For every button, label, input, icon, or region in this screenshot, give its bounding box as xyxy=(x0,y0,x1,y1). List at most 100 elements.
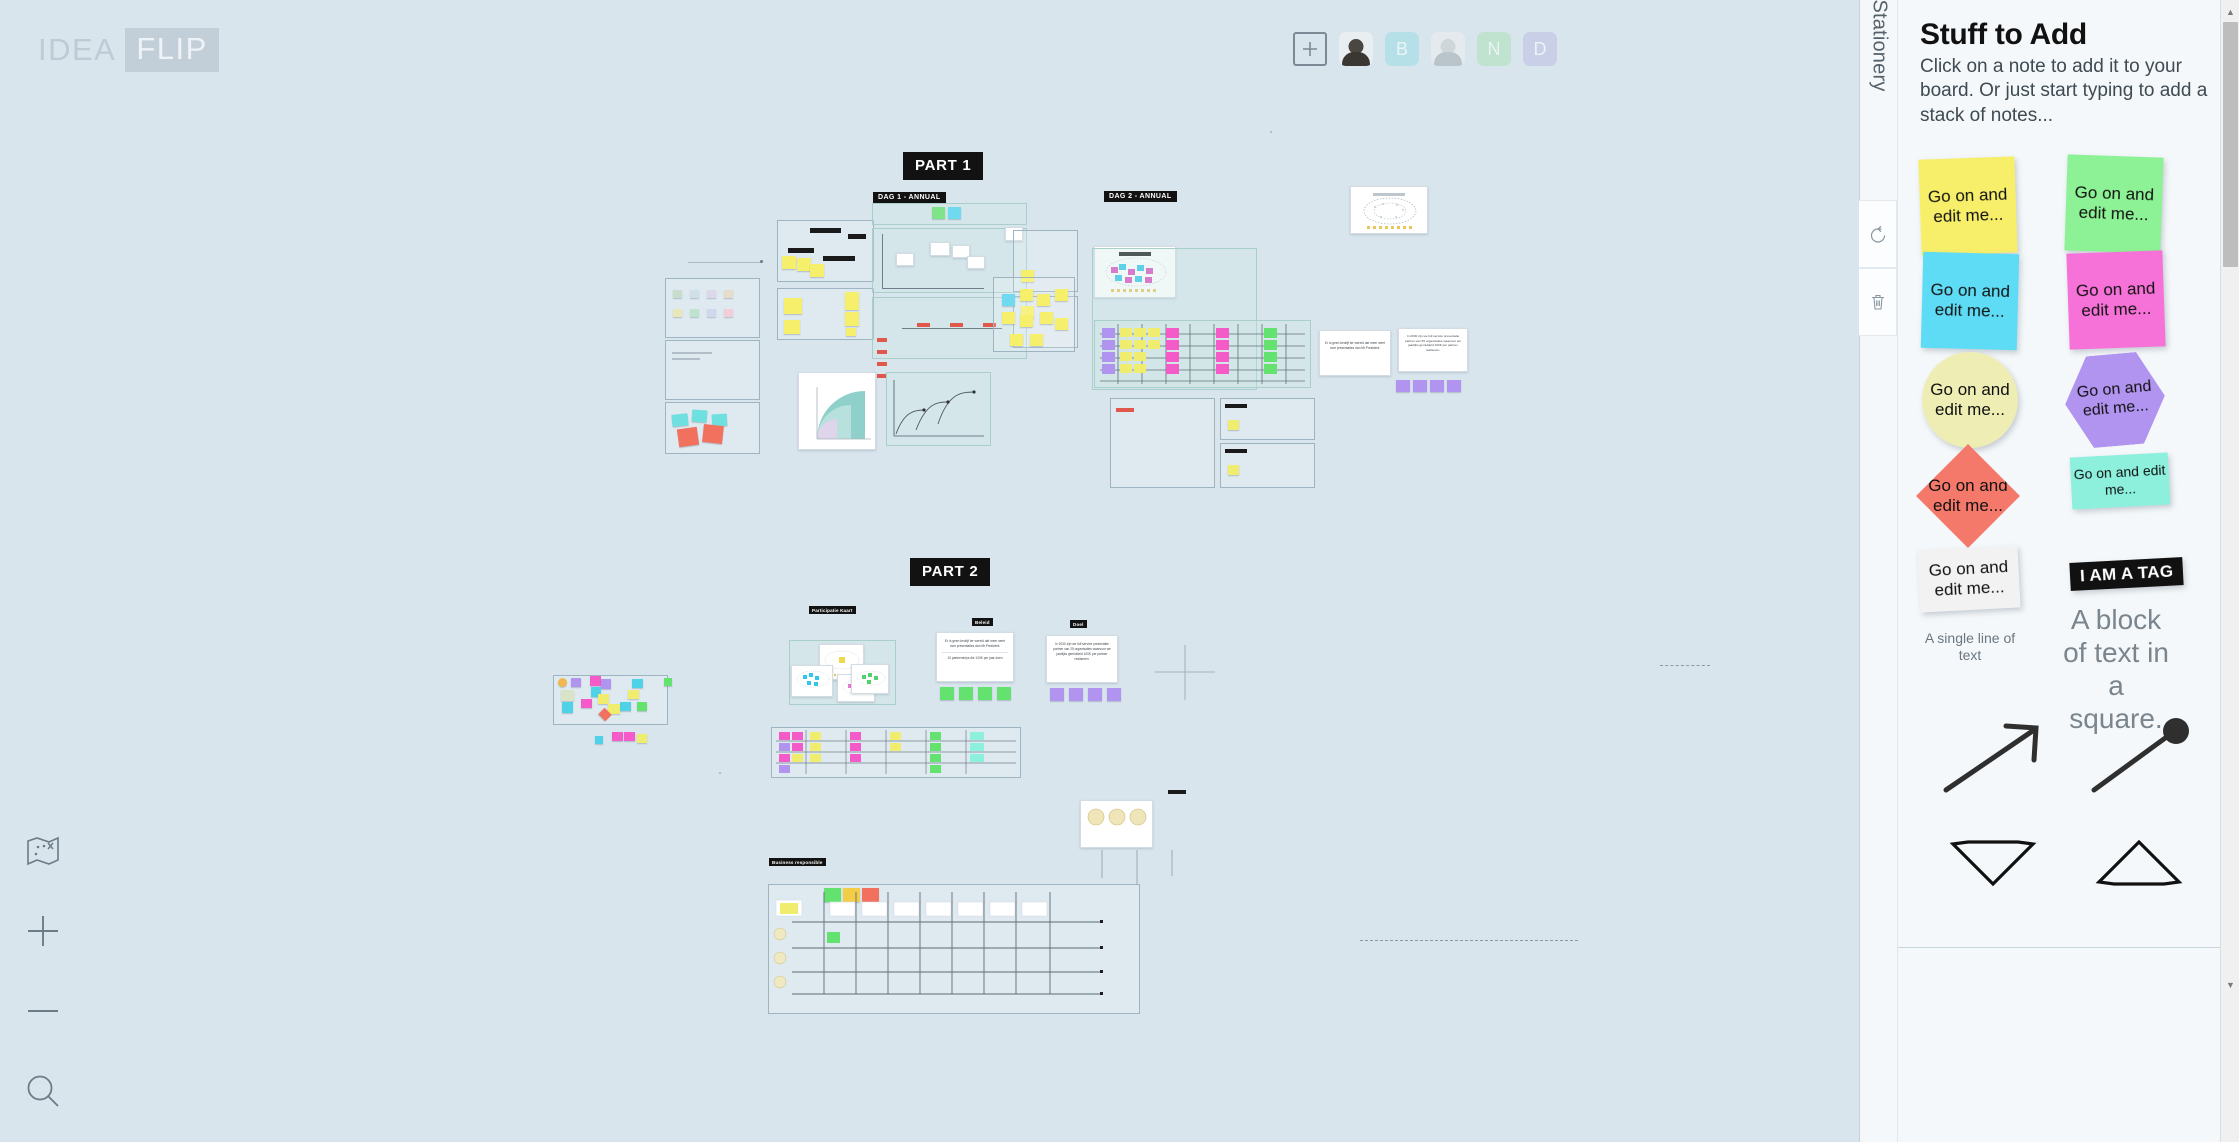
board-sticky-note[interactable] xyxy=(845,312,859,326)
board-sticky-note[interactable] xyxy=(948,207,961,219)
board-sticky-note[interactable] xyxy=(601,679,611,689)
board-sticky-note[interactable] xyxy=(702,424,724,444)
board-sticky-note[interactable] xyxy=(1228,465,1239,475)
avatar[interactable] xyxy=(1339,32,1373,66)
scroll-down-arrow[interactable]: ▼ xyxy=(2221,975,2239,994)
board-sticky-note[interactable] xyxy=(690,309,699,317)
board-section-label[interactable]: PART 2 xyxy=(910,558,991,586)
board-sticky-note[interactable] xyxy=(782,256,796,269)
board-sticky-note[interactable] xyxy=(959,687,973,700)
board-sticky-note[interactable] xyxy=(1020,315,1033,327)
stationery-yellow-square-note[interactable]: Go on and edit me... xyxy=(1918,156,2018,256)
board-sticky-note[interactable] xyxy=(846,328,856,336)
board-sticky-note[interactable] xyxy=(676,426,700,448)
stationery-black-tag[interactable]: I AM A TAG xyxy=(2069,556,2184,591)
undo-button[interactable] xyxy=(1859,200,1897,268)
board-sticky-note[interactable] xyxy=(637,734,647,743)
board-sticky-note[interactable] xyxy=(724,309,733,317)
board-sticky-note[interactable] xyxy=(637,702,647,711)
zoom-out-button[interactable] xyxy=(22,990,64,1032)
board-sticky-note[interactable] xyxy=(978,687,992,700)
board-sticky-note[interactable] xyxy=(940,687,954,700)
board-sticky-note[interactable] xyxy=(1228,420,1239,430)
zoom-in-button[interactable] xyxy=(22,910,64,952)
add-collaborator-button[interactable] xyxy=(1293,32,1327,66)
board-text-card[interactable]: Er is geen bedrijf ter wereld dat meer w… xyxy=(936,632,1014,682)
board-card[interactable] xyxy=(896,253,914,266)
board-sticky-note[interactable] xyxy=(664,678,672,686)
stationery-arrow-shape[interactable] xyxy=(1938,718,2048,803)
board-sticky-note[interactable] xyxy=(707,309,716,317)
stationery-cream-circle-note[interactable]: Go on and edit me... xyxy=(1922,351,2018,448)
panel-scrollbar[interactable]: ▲ ▼ xyxy=(2220,0,2239,1142)
board-card[interactable] xyxy=(930,242,950,256)
scrollbar-thumb[interactable] xyxy=(2223,22,2238,267)
avatar[interactable] xyxy=(1431,32,1465,66)
board-sticky-note[interactable] xyxy=(1088,688,1102,701)
stationery-square-text-block[interactable]: A block of text in a square. xyxy=(2058,603,2174,734)
board-diagram-card[interactable] xyxy=(1350,186,1428,234)
board-sticky-note[interactable] xyxy=(620,702,631,711)
delete-button[interactable] xyxy=(1859,268,1897,336)
board-text-card[interactable]: Er is geen bedrijf ter wereld dat meer w… xyxy=(1319,330,1391,376)
board-sticky-note[interactable] xyxy=(595,736,603,744)
board-group-tag[interactable]: Doel xyxy=(1070,620,1087,628)
board-sticky-note[interactable] xyxy=(590,676,601,686)
board-sticky-note[interactable] xyxy=(724,290,733,298)
board-sticky-note[interactable] xyxy=(558,678,567,687)
stationery-chevron-down-shape[interactable] xyxy=(1948,838,2038,893)
board-frame[interactable] xyxy=(665,340,760,400)
stationery-pink-square-note[interactable]: Go on and edit me... xyxy=(2066,250,2166,350)
search-button[interactable] xyxy=(22,1070,64,1112)
stationery-single-line-text[interactable]: A single line of text xyxy=(1914,630,2026,663)
stationery-salmon-diamond-note[interactable]: Go on and edit me... xyxy=(1916,443,2020,548)
board-sticky-note[interactable] xyxy=(1030,334,1043,346)
board-diagram-card[interactable] xyxy=(791,665,833,697)
board-sticky-note[interactable] xyxy=(1447,380,1461,392)
board-sticky-note[interactable] xyxy=(673,309,682,317)
board-sticky-note[interactable] xyxy=(612,732,623,741)
board-sticky-note[interactable] xyxy=(691,409,708,423)
board-diagram-card[interactable] xyxy=(851,664,889,694)
board-group-tag[interactable]: Business responsible xyxy=(769,858,826,866)
board-sticky-note[interactable] xyxy=(1413,380,1427,392)
stationery-pin-line-shape[interactable] xyxy=(2086,717,2196,803)
board-card[interactable] xyxy=(967,256,985,269)
board-sticky-note[interactable] xyxy=(1002,312,1015,324)
board-sticky-note[interactable] xyxy=(797,258,811,271)
board-group-tag[interactable]: DAG 1 - ANNUAL xyxy=(873,192,946,203)
stationery-tab[interactable]: Stationery xyxy=(1859,0,1898,1142)
board-sticky-note[interactable] xyxy=(1396,380,1410,392)
app-logo[interactable]: IDEA FLIP xyxy=(38,28,219,72)
stationery-green-square-note[interactable]: Go on and edit me... xyxy=(2064,154,2164,254)
board-sticky-note[interactable] xyxy=(997,687,1011,700)
board-sticky-note[interactable] xyxy=(784,320,800,334)
avatar[interactable]: N xyxy=(1477,32,1511,66)
board-sticky-note[interactable] xyxy=(845,292,859,310)
board-sticky-note[interactable] xyxy=(624,732,635,741)
board-sticky-note[interactable] xyxy=(932,207,945,219)
avatar[interactable]: D xyxy=(1523,32,1557,66)
board-group-tag[interactable]: Participatie Kaart xyxy=(809,606,856,614)
board-sticky-note[interactable] xyxy=(673,290,682,298)
board-sticky-note[interactable] xyxy=(1002,294,1015,306)
scroll-up-arrow[interactable]: ▲ xyxy=(2221,2,2239,21)
board-frame[interactable] xyxy=(665,278,760,338)
board-sticky-note[interactable] xyxy=(1107,688,1121,701)
board-sticky-note[interactable] xyxy=(690,290,699,298)
board-sticky-note[interactable] xyxy=(1430,380,1444,392)
avatar[interactable]: B xyxy=(1385,32,1419,66)
board-chart-card[interactable] xyxy=(798,372,876,450)
stationery-purple-hex-note[interactable]: Go on and edit me... xyxy=(2061,350,2169,450)
minimap-button[interactable] xyxy=(22,830,64,872)
board-text-card[interactable]: In 2030 zijn we full service presentatie… xyxy=(1046,635,1118,683)
board-sticky-note[interactable] xyxy=(1037,294,1050,306)
board-sticky-note[interactable] xyxy=(1055,289,1068,301)
board-sticky-note[interactable] xyxy=(561,690,574,701)
board-section-label[interactable]: PART 1 xyxy=(903,152,984,180)
board-sticky-note[interactable] xyxy=(1010,334,1023,346)
board-sticky-note[interactable] xyxy=(671,413,689,427)
board-sticky-note[interactable] xyxy=(581,699,592,708)
board-sticky-note[interactable] xyxy=(810,264,824,277)
board-sticky-note[interactable] xyxy=(628,690,639,699)
